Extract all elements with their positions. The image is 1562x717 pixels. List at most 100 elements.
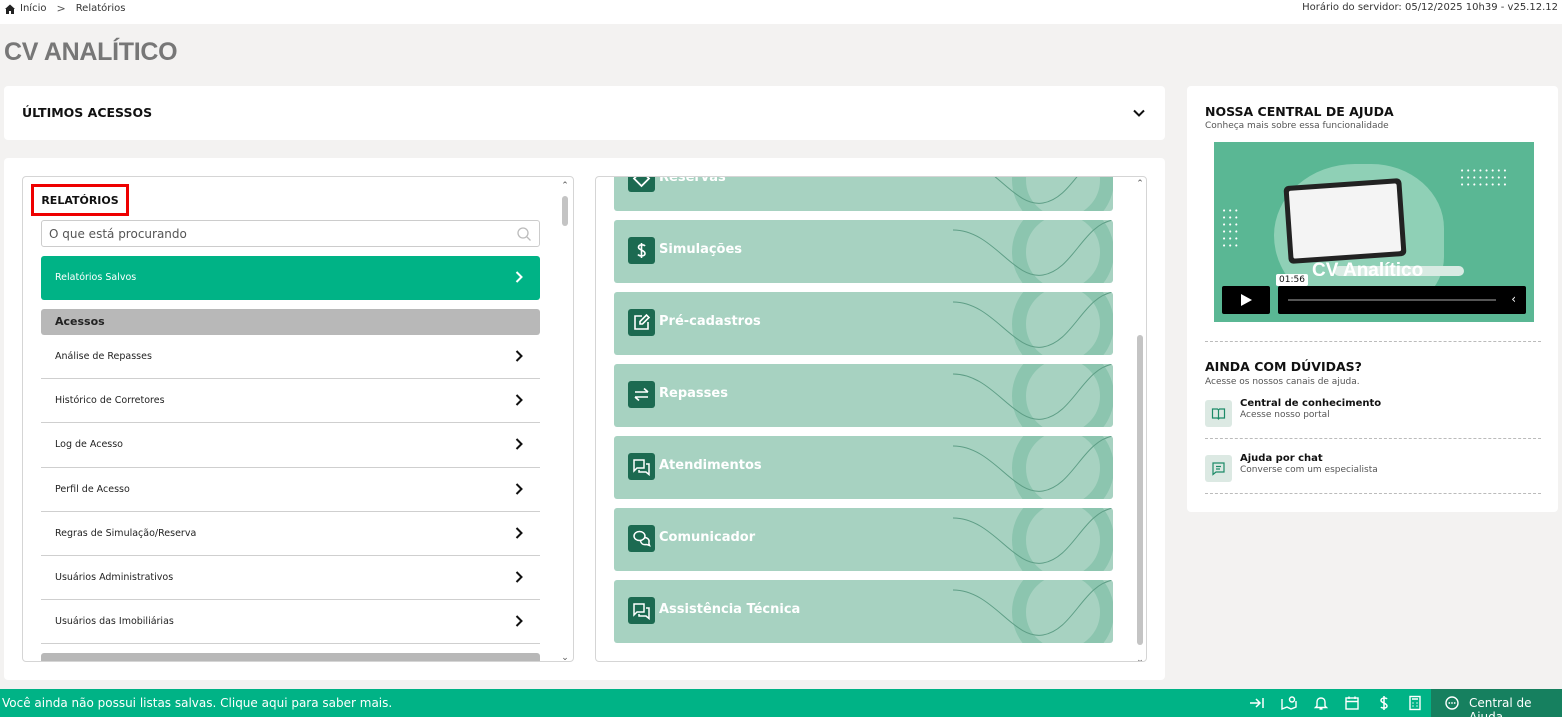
report-item[interactable]: Usuários Administrativos (41, 556, 540, 601)
report-item-label: Regras de Simulação/Reserva (55, 527, 197, 539)
chevron-left-icon[interactable]: ‹ (1511, 292, 1516, 306)
chevron-right-icon (515, 350, 523, 362)
chevron-down-icon[interactable] (1131, 105, 1147, 121)
saved-reports-button[interactable]: Relatórios Salvos (41, 256, 540, 300)
report-item[interactable]: Usuários das Imobiliárias (41, 600, 540, 645)
dollar-icon (628, 237, 655, 264)
report-item[interactable]: Regras de Simulação/Reserva (41, 512, 540, 556)
chat-bubble-icon (1445, 696, 1459, 710)
reports-panel: RELATÓRIOS Relatórios Salvos Acessos Aná… (22, 176, 574, 662)
edit-icon (628, 309, 655, 336)
breadcrumb: Início > Relatórios (4, 2, 126, 15)
search-box[interactable] (41, 220, 540, 247)
transfer-icon (628, 381, 655, 408)
reports-list: Análise de Repasses Histórico de Correto… (41, 335, 540, 645)
channel-title: Central de conhecimento (1240, 398, 1382, 409)
chevron-right-icon (515, 271, 523, 283)
help-video[interactable]: •••••••• •••••••• •••••••• ••• ••• ••• ••• •••… (1214, 142, 1534, 322)
messages-icon (628, 525, 655, 552)
chat-icon (628, 597, 655, 624)
wave-decoration (952, 436, 1113, 499)
module-label: Simulações (659, 242, 743, 257)
search-input[interactable] (49, 225, 509, 243)
breadcrumb-current: Relatórios (75, 3, 126, 14)
recent-accesses-title: ÚLTIMOS ACESSOS (22, 105, 153, 120)
channel-desc: Acesse nosso portal (1240, 410, 1330, 420)
help-channel-knowledge[interactable]: Central de conhecimento Acesse nosso por… (1205, 398, 1541, 428)
video-time: 01:56 (1276, 274, 1308, 286)
page-title: CV ANALÍTICO (4, 38, 178, 66)
help-center-button[interactable]: Central de Ajuda (1431, 689, 1562, 717)
report-item[interactable]: Análise de Repasses (41, 335, 540, 380)
bell-icon[interactable] (1313, 695, 1329, 711)
dots-decoration: •••••••• •••••••• •••••••• (1460, 167, 1510, 189)
section-header-next (41, 653, 540, 661)
chevron-right-icon (515, 394, 523, 406)
module-card-pre-cadastros[interactable]: Pré-cadastros (614, 292, 1113, 355)
laptop-illustration (1283, 177, 1407, 265)
calculator-icon[interactable] (1407, 695, 1423, 711)
help-channel-chat[interactable]: Ajuda por chat Converse com um especiali… (1205, 453, 1541, 483)
tag-icon (628, 177, 655, 192)
scroll-up-icon[interactable]: ⌃ (559, 181, 571, 191)
scroll-down-icon[interactable]: ⌄ (1134, 655, 1146, 661)
module-card-atendimentos[interactable]: Atendimentos (614, 436, 1113, 499)
doubts-title: AINDA COM DÚVIDAS? (1205, 359, 1362, 374)
scroll-thumb[interactable] (562, 196, 568, 226)
saved-lists-message[interactable]: Você ainda não possui listas salvas. Cli… (2, 696, 392, 710)
report-item-label: Usuários das Imobiliárias (55, 616, 174, 628)
server-time: Horário do servidor: 05/12/2025 10h39 - … (1302, 2, 1558, 13)
module-card-assistencia-tecnica[interactable]: Assistência Técnica (614, 580, 1113, 643)
channel-desc: Converse com um especialista (1240, 465, 1378, 475)
breadcrumb-home[interactable]: Início (20, 3, 46, 14)
wave-decoration (994, 177, 1113, 211)
wave-decoration (952, 508, 1113, 571)
reports-scrollbar[interactable]: ⌃ ⌄ (559, 181, 571, 661)
channel-title: Ajuda por chat (1240, 453, 1323, 464)
reports-title: RELATÓRIOS (31, 184, 129, 216)
section-header-acessos: Acessos (41, 309, 540, 335)
module-label: Pré-cadastros (659, 314, 761, 329)
doubts-subtitle: Acesse os nossos canais de ajuda. (1205, 377, 1360, 387)
module-card-repasses[interactable]: Repasses (614, 364, 1113, 427)
report-item[interactable]: Log de Acesso (41, 423, 540, 468)
calendar-icon[interactable] (1344, 695, 1360, 711)
divider (1205, 341, 1541, 342)
wave-decoration (952, 580, 1113, 643)
video-progress-track[interactable] (1288, 299, 1496, 301)
play-button[interactable] (1222, 286, 1270, 314)
report-item[interactable]: Histórico de Corretores (41, 379, 540, 424)
report-item-label: Histórico de Corretores (55, 395, 165, 407)
divider (1205, 438, 1541, 439)
map-pin-icon[interactable] (1281, 695, 1297, 711)
module-card-reservas[interactable]: Reservas (614, 177, 1113, 211)
collapse-icon[interactable] (1249, 695, 1265, 711)
help-title: NOSSA CENTRAL DE AJUDA (1205, 104, 1394, 119)
dollar-icon[interactable] (1376, 695, 1392, 711)
module-label: Assistência Técnica (659, 602, 801, 617)
scroll-down-icon[interactable]: ⌄ (559, 653, 571, 661)
module-card-simulacoes[interactable]: Simulações (614, 220, 1113, 283)
modules-scrollbar[interactable]: ⌃ ⌄ (1134, 179, 1146, 661)
top-bar: Início > Relatórios Horário do servidor:… (0, 0, 1562, 24)
scroll-thumb[interactable] (1137, 335, 1143, 645)
saved-reports-label: Relatórios Salvos (55, 272, 137, 283)
chevron-right-icon (515, 615, 523, 627)
module-card-comunicador[interactable]: Comunicador (614, 508, 1113, 571)
help-panel: NOSSA CENTRAL DE AJUDA Conheça mais sobr… (1187, 86, 1558, 512)
video-progress-bar[interactable]: ‹ (1278, 286, 1526, 314)
report-item-label: Perfil de Acesso (55, 483, 130, 495)
home-icon[interactable] (4, 3, 16, 15)
recent-accesses-panel[interactable]: ÚLTIMOS ACESSOS (4, 86, 1165, 140)
video-brand-text: CV Analítico (1312, 260, 1424, 281)
help-subtitle: Conheça mais sobre essa funcionalidade (1205, 121, 1389, 131)
report-item-label: Usuários Administrativos (55, 571, 174, 583)
report-item[interactable]: Perfil de Acesso (41, 468, 540, 512)
scroll-up-icon[interactable]: ⌃ (1134, 179, 1146, 189)
report-item-label: Log de Acesso (55, 439, 123, 451)
chevron-right-icon (515, 482, 523, 495)
chat-icon (1205, 455, 1232, 482)
module-label: Comunicador (659, 530, 756, 545)
divider (1205, 493, 1541, 494)
search-icon[interactable] (516, 226, 532, 242)
